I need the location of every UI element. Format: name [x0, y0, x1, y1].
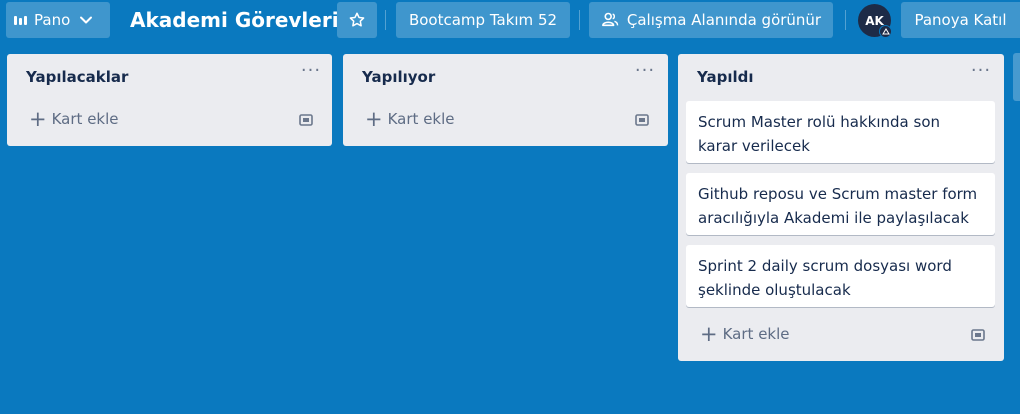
add-card-button[interactable]: + Kart ekle: [700, 322, 790, 346]
plus-icon: +: [700, 322, 718, 346]
list-title[interactable]: Yapılıyor: [362, 68, 435, 86]
visibility-button[interactable]: Çalışma Alanında görünür: [589, 2, 833, 38]
board-switcher-button[interactable]: Pano: [6, 2, 110, 38]
list-title[interactable]: Yapılacaklar: [26, 68, 128, 86]
star-board-button[interactable]: [337, 2, 377, 38]
board-title[interactable]: Akademi Görevleri: [130, 5, 339, 35]
list-todo: Yapılacaklar ··· + Kart ekle: [7, 54, 332, 146]
header-divider: [579, 10, 580, 30]
plus-icon: +: [365, 107, 383, 131]
add-card-button[interactable]: + Kart ekle: [365, 107, 455, 131]
star-icon: [349, 12, 365, 27]
list-done: Yapıldı ··· Scrum Master rolü hakkında s…: [678, 54, 1004, 361]
header-divider: [385, 10, 386, 30]
card-template-icon[interactable]: [634, 112, 650, 128]
add-list-button[interactable]: [1013, 53, 1020, 101]
admin-badge-icon: [879, 25, 892, 38]
avatar[interactable]: AK: [858, 4, 892, 38]
join-board-button[interactable]: Panoya Katıl: [901, 2, 1020, 38]
add-card-label: Kart ekle: [387, 110, 455, 128]
list-menu-icon[interactable]: ···: [969, 62, 993, 84]
add-card-label: Kart ekle: [51, 110, 119, 128]
list-doing: Yapılıyor ··· + Kart ekle: [343, 54, 668, 146]
card-template-icon[interactable]: [970, 327, 986, 343]
card-template-icon[interactable]: [298, 112, 314, 128]
people-icon: [601, 12, 619, 27]
list-menu-icon[interactable]: ···: [299, 62, 323, 84]
card-item[interactable]: Scrum Master rolü hakkında son karar ver…: [686, 101, 995, 163]
team-button[interactable]: Bootcamp Takım 52: [396, 2, 570, 38]
board-switcher-label: Pano: [34, 11, 71, 29]
visibility-label: Çalışma Alanında görünür: [626, 11, 822, 29]
board-header: Pano Akademi Görevleri Bootcamp Takım 52…: [0, 0, 1020, 41]
add-card-button[interactable]: + Kart ekle: [29, 107, 119, 131]
card-item[interactable]: Github reposu ve Scrum master form aracı…: [686, 173, 995, 235]
list-title[interactable]: Yapıldı: [697, 68, 754, 86]
plus-icon: +: [29, 107, 47, 131]
card-item[interactable]: Sprint 2 daily scrum dosyası word şeklin…: [686, 245, 995, 307]
board-icon: [14, 15, 27, 25]
add-card-label: Kart ekle: [722, 325, 790, 343]
chevron-down-icon: [80, 16, 93, 24]
list-menu-icon[interactable]: ···: [633, 62, 657, 84]
header-divider: [845, 10, 846, 30]
